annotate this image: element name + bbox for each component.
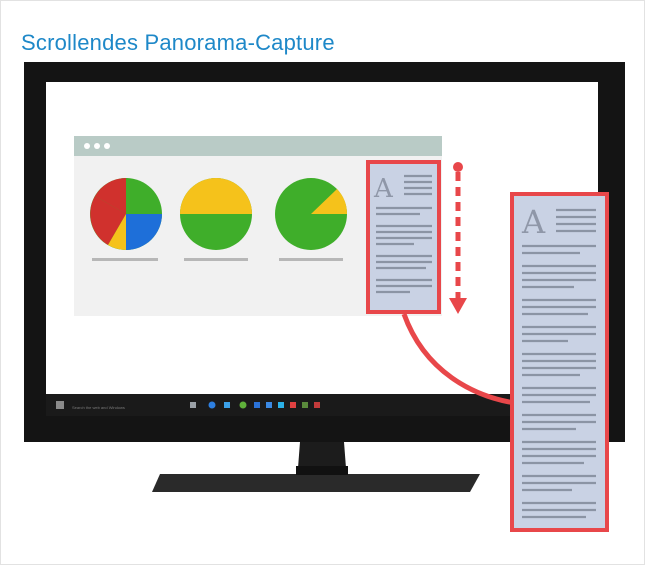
- window-dots-icon: [84, 143, 110, 149]
- start-icon: [56, 401, 64, 409]
- document-panel-small: A: [366, 160, 441, 314]
- svg-text:A: A: [521, 203, 546, 241]
- monitor-base: [152, 474, 480, 492]
- browser-titlebar: [74, 136, 442, 156]
- monitor-stand: [298, 442, 346, 468]
- illustration: Search the web and Windows A A: [24, 62, 625, 532]
- taskbar-search: Search the web and Windows: [72, 405, 125, 410]
- document-icon: A: [373, 174, 394, 204]
- document-panel-large: A: [510, 192, 609, 532]
